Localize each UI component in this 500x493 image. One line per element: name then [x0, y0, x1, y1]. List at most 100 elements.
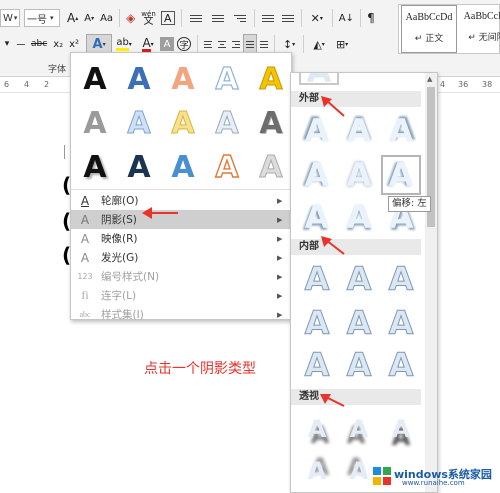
menu-item-label: 连字(L)	[101, 290, 137, 302]
chinese-layout-button[interactable]: ✕ ▾	[305, 8, 329, 28]
shadow-tile-offset-left[interactable]: A	[381, 155, 421, 195]
shadow-tile-inner[interactable]: A	[339, 303, 379, 343]
highlighter-icon: ab	[116, 37, 129, 51]
shadow-tile-outer[interactable]: A	[339, 197, 379, 237]
effect-tile-navy[interactable]: A	[117, 147, 161, 187]
shadow-tile-outer[interactable]: A	[339, 155, 379, 195]
text-effects-dropdown: A A A A A A A A A A A A A A A A 轮廓(O) ▶ …	[70, 52, 293, 321]
decrease-indent-button[interactable]	[258, 8, 278, 28]
ruler-mark: 6	[4, 80, 10, 89]
menu-item-glow[interactable]: A 发光(G) ▶	[71, 248, 291, 267]
bullets-button[interactable]	[185, 8, 207, 28]
chevron-down-icon: ▾	[50, 14, 54, 22]
justify-button[interactable]	[243, 34, 258, 54]
scroll-up-icon[interactable]: ▲	[427, 75, 432, 83]
font-dropdown-stub[interactable]: ▾	[0, 34, 14, 54]
gallery-scrollbar[interactable]: ▲	[425, 73, 437, 492]
align-center-button[interactable]	[215, 34, 229, 54]
menu-item-label: 阴影(S)	[101, 214, 137, 226]
chevron-right-icon: ▶	[277, 234, 283, 243]
shadow-tile-outer[interactable]: A	[381, 111, 421, 151]
subscript-button[interactable]: x₂	[50, 34, 66, 54]
shadow-tile-inner[interactable]: A	[381, 345, 421, 385]
char-shading-button[interactable]: A	[160, 37, 175, 51]
menu-item-outline[interactable]: A 轮廓(O) ▶	[71, 191, 291, 210]
menu-item-shadow[interactable]: A 阴影(S) ▶	[71, 210, 291, 229]
shadow-tile-inner[interactable]: A	[339, 259, 379, 299]
ruler-mark: 4	[24, 80, 30, 89]
chevron-right-icon: ▶	[277, 291, 283, 300]
borders-icon: ⊞	[335, 37, 346, 51]
sort-button[interactable]: A↓	[336, 8, 357, 28]
style-no-spacing[interactable]: AaBbCcDd ↵ 无间隔	[459, 5, 500, 53]
effect-tile-gray[interactable]: A	[73, 103, 117, 143]
shadow-tile-selected-partial[interactable]: A	[299, 73, 339, 90]
effect-tile-outline-blue[interactable]: A	[205, 59, 249, 99]
line-spacing-button[interactable]: ↕ ▾	[278, 34, 300, 54]
shadow-tile-inner[interactable]: A	[297, 259, 337, 299]
align-center-icon	[218, 40, 227, 48]
shadow-tile-perspective[interactable]: A	[339, 409, 379, 449]
font-color-button[interactable]: A ▾	[136, 34, 160, 54]
effect-tile-outline-orange[interactable]: A	[205, 147, 249, 187]
menu-item-stylistic-sets: abc 样式集(I) ▶	[71, 305, 291, 324]
shadow-tile-perspective[interactable]: A	[297, 409, 337, 449]
numbered-list-icon	[211, 14, 224, 22]
font-name-combo[interactable]: W ▾	[0, 9, 20, 27]
effect-tile-orange-light[interactable]: A	[161, 59, 205, 99]
enclose-char-icon: 字	[179, 40, 189, 51]
align-left-button[interactable]	[201, 34, 215, 54]
font-size-combo[interactable]: 一号 ▾	[24, 9, 60, 27]
superscript-button[interactable]: x²	[66, 34, 82, 54]
effect-tile-silver[interactable]: A	[205, 103, 249, 143]
shadow-tile-perspective[interactable]: A	[297, 451, 337, 491]
effect-tile-black[interactable]: A	[73, 59, 117, 99]
shadow-tile-inner[interactable]: A	[381, 303, 421, 343]
borders-button[interactable]: ⊞ ▾	[331, 34, 353, 54]
outline-icon: A	[80, 193, 90, 208]
char-border-button[interactable]: A	[160, 11, 175, 25]
strikethrough-button[interactable]: abc	[28, 34, 50, 54]
change-case-button[interactable]: Aa	[97, 8, 116, 28]
shadow-tile-inner[interactable]: A	[297, 345, 337, 385]
divider	[197, 35, 199, 53]
effect-tile-gold[interactable]: A	[249, 59, 293, 99]
sort-icon: A↓	[338, 12, 354, 24]
shadow-tile-outer[interactable]: A	[297, 155, 337, 195]
shadow-tile-inner[interactable]: A	[339, 345, 379, 385]
numbering-button[interactable]	[207, 8, 229, 28]
shadow-gallery-panel: A 外部 A A A A A A A A A 内部 A A A A A A A …	[290, 72, 438, 493]
subscript-icon: x₂	[53, 38, 64, 50]
effect-tile-blue[interactable]: A	[117, 59, 161, 99]
shading-button[interactable]: ◭ ▾	[307, 34, 331, 54]
shadow-tile-outer[interactable]: A	[297, 197, 337, 237]
show-formatting-button[interactable]: ¶	[364, 8, 378, 28]
clear-format-button[interactable]: ◈	[123, 8, 138, 28]
align-right-button[interactable]	[229, 34, 243, 54]
effect-tile-sky-blue[interactable]: A	[161, 147, 205, 187]
shadow-tile-inner[interactable]: A	[297, 303, 337, 343]
divider	[360, 9, 361, 27]
effect-tile-yellow-light[interactable]: A	[161, 103, 205, 143]
shadow-tile-perspective[interactable]: A	[381, 409, 421, 449]
increase-indent-button[interactable]	[278, 8, 298, 28]
enclose-char-button[interactable]: 字	[177, 37, 192, 51]
phonetic-guide-button[interactable]: wén 文	[138, 8, 158, 28]
multilevel-list-button[interactable]	[229, 8, 251, 28]
shadow-tile-inner[interactable]: A	[381, 259, 421, 299]
effect-tile-light-gray[interactable]: A	[249, 147, 293, 187]
chinese-layout-icon: ✕	[310, 11, 320, 25]
increase-indent-icon	[281, 14, 294, 22]
effect-tile-blue-reflect[interactable]: A	[117, 103, 161, 143]
text-effects-button[interactable]: A ▾	[86, 34, 113, 54]
shrink-font-button[interactable]: A ▾	[81, 8, 97, 28]
highlight-button[interactable]: ab ▾	[112, 34, 136, 54]
menu-item-reflection[interactable]: A 映像(R) ▶	[71, 229, 291, 248]
grow-font-button[interactable]: A ▴	[64, 8, 81, 28]
effect-tile-black-shadow[interactable]: A	[73, 147, 117, 187]
style-normal[interactable]: AaBbCcDd ↵ 正文	[401, 5, 457, 53]
divider	[253, 9, 255, 27]
effect-tile-dark-gray[interactable]: A	[249, 103, 293, 143]
menu-item-label: 映像(R)	[101, 233, 138, 245]
distributed-button[interactable]	[257, 34, 271, 54]
